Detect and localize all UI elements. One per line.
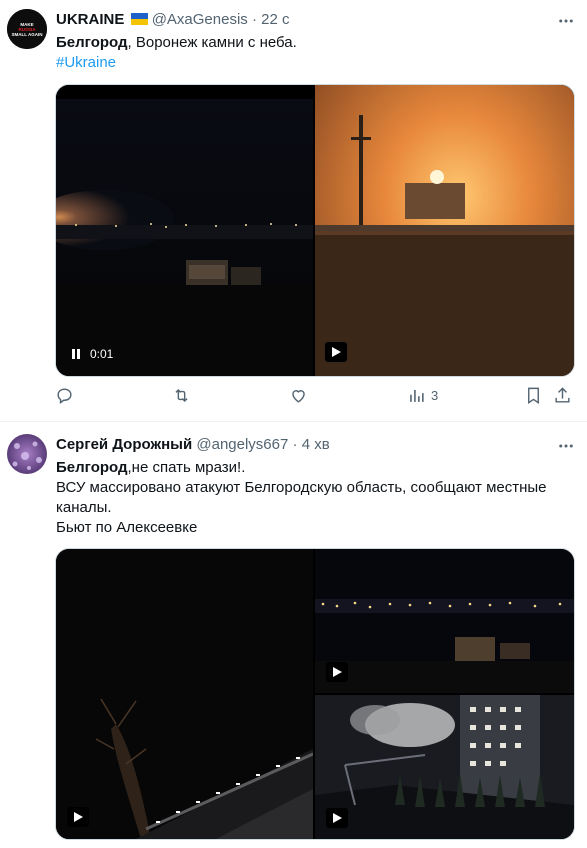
video-1-frame [56,85,313,376]
video-3[interactable] [315,695,574,839]
tweet-text-line-4: Бьют по Алексеевке [56,519,198,536]
video-3-frame [315,695,574,839]
media-grid[interactable] [55,548,575,840]
tweet-text-line-3: каналы. [56,499,112,516]
video-1[interactable]: 0:01 [56,85,313,376]
author-name[interactable]: UKRAINE [56,11,124,28]
video-1-frame [56,549,313,839]
hashtag-link[interactable]: #Ukraine [56,53,116,73]
tweet-1[interactable]: MAKE RUSSIA SMALL AGAIN UKRAINE @AxaGene… [0,0,587,420]
more-icon[interactable] [556,12,576,32]
more-icon[interactable] [556,437,576,457]
video-2[interactable] [315,549,574,693]
play-icon[interactable] [325,342,347,362]
tweet-header: UKRAINE @AxaGenesis · 22 с [56,11,290,28]
views-icon [410,389,424,402]
separator-dot: · [251,11,257,28]
tweet-time[interactable]: 4 хв [302,436,330,453]
video-2-frame [315,549,574,693]
ukraine-flag-icon [130,13,148,25]
play-icon[interactable] [326,662,348,682]
avatar[interactable] [7,434,47,474]
play-icon[interactable] [67,807,89,827]
action-bar: 3 [55,386,575,410]
author-name[interactable]: Сергей Дорожный [56,436,192,453]
author-handle[interactable]: @AxaGenesis [152,11,248,28]
tweet-text-line-2: ВСУ массировано атакуют Белгородскую обл… [56,479,547,496]
bookmark-icon[interactable] [524,386,543,405]
tweet-text-rest: ,не спать мрази!. [127,459,246,476]
views-button[interactable]: 3 [407,386,438,405]
retweet-icon[interactable] [172,386,191,405]
avatar[interactable]: MAKE RUSSIA SMALL AGAIN [7,9,47,49]
tweet-2[interactable]: Сергей Дорожный @angelys667 · 4 хв Белго… [0,422,587,848]
video-2[interactable] [315,85,574,376]
tweet-header: Сергей Дорожный @angelys667 · 4 хв [56,436,330,453]
avatar-image [7,434,47,474]
tweet-text: Белгород, Воронеж камни с неба. [56,33,297,53]
tweet-text-bold: Белгород [56,459,128,476]
like-icon[interactable] [289,386,308,405]
avatar-image: MAKE RUSSIA SMALL AGAIN [7,9,47,49]
pause-icon[interactable] [70,348,82,360]
tweet-text-line-1: Белгород,не спать мрази!. [56,458,245,478]
video-controls[interactable]: 0:01 [70,347,113,361]
video-timestamp: 0:01 [90,347,114,361]
tweet-text-bold: Белгород [56,34,128,51]
tweet-text-rest: , Воронеж камни с неба. [127,34,297,51]
play-icon[interactable] [326,808,348,828]
separator-dot: · [292,436,298,453]
video-1[interactable] [56,549,313,839]
share-icon[interactable] [553,386,572,405]
tweet-time[interactable]: 22 с [261,11,289,28]
media-grid[interactable]: 0:01 [55,84,575,377]
author-handle[interactable]: @angelys667 [196,436,288,453]
reply-icon[interactable] [55,386,74,405]
avatar-text-3: SMALL AGAIN [12,32,43,37]
video-2-frame [315,85,574,376]
views-count: 3 [431,388,439,403]
